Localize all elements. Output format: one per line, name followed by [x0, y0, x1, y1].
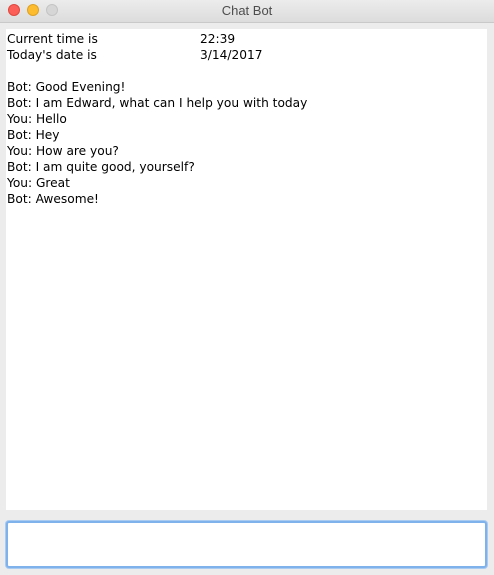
todays-date-label: Today's date is — [7, 48, 97, 62]
chat-message: You: Hello — [7, 112, 67, 126]
chat-message: Bot: I am quite good, yourself? — [7, 160, 195, 174]
chat-message: Bot: Hey — [7, 128, 60, 142]
todays-date-row: Today's date is 3/14/2017 — [7, 47, 486, 63]
chat-transcript: Current time is 22:39 Today's date is 3/… — [6, 29, 487, 510]
chat-message: Bot: I am Edward, what can I help you wi… — [7, 96, 308, 110]
chat-message: You: Great — [7, 176, 70, 190]
chat-message: You: How are you? — [7, 144, 119, 158]
current-time-row: Current time is 22:39 — [7, 31, 486, 47]
current-time-label: Current time is — [7, 32, 98, 46]
title-bar: Chat Bot — [0, 0, 494, 23]
chat-message: Bot: Awesome! — [7, 192, 99, 206]
chat-message: Bot: Good Evening! — [7, 80, 126, 94]
message-input[interactable] — [6, 521, 487, 568]
window-title: Chat Bot — [221, 3, 273, 18]
todays-date-value: 3/14/2017 — [200, 48, 263, 62]
current-time-value: 22:39 — [200, 32, 236, 46]
chat-bot-window: Chat Bot Current time is 22:39 Today's d… — [0, 0, 494, 575]
